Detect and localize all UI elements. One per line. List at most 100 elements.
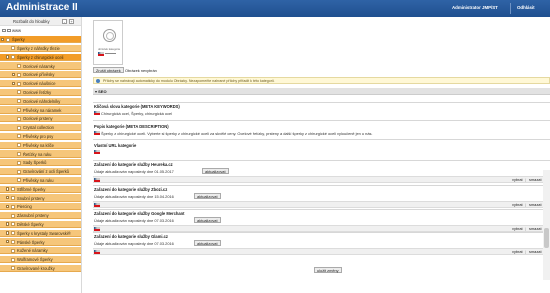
root-checkbox[interactable] — [7, 28, 11, 32]
sidebar-item[interactable]: Wolframové Šperky — [0, 256, 81, 264]
keywords-value[interactable]: Chirurgická ocel, Šperky, chirurgická oc… — [101, 111, 172, 116]
sidebar-item-label: Sady Šperků — [23, 160, 47, 166]
tree-checkbox[interactable] — [11, 46, 15, 51]
tree-checkbox[interactable] — [17, 169, 21, 174]
tree-toggle-icon[interactable] — [6, 195, 10, 200]
scrollbar-thumb[interactable] — [544, 228, 549, 248]
sidebar-item[interactable]: Pánské Šperky — [0, 238, 81, 246]
sidebar-item[interactable]: Gravírované kroužky — [0, 264, 81, 273]
save-button[interactable]: uložit změny — [314, 267, 342, 273]
tree-checkbox[interactable] — [17, 107, 21, 112]
tree-checkbox[interactable] — [17, 178, 21, 183]
sidebar-item[interactable]: Přívěsky na ruku — [0, 176, 81, 185]
category-image-preview[interactable]: obrázek kategorie — [93, 20, 123, 65]
tree-toggle-icon[interactable] — [6, 55, 10, 59]
tree-checkbox[interactable] — [11, 204, 15, 209]
tree-checkbox[interactable] — [11, 266, 15, 271]
sidebar-item[interactable]: Kožené náramky — [0, 247, 81, 255]
sidebar-item[interactable]: Zásnubní prsteny — [0, 212, 81, 220]
sidebar-item[interactable]: Dětské Šperky — [0, 220, 81, 229]
clear-category-link[interactable]: smazat — [529, 226, 542, 231]
tree-toggle-icon[interactable] — [6, 231, 10, 235]
tree-checkbox[interactable] — [11, 213, 15, 218]
update-feed-button[interactable]: aktualizovat — [194, 217, 221, 223]
collapse-button[interactable]: - — [62, 18, 67, 24]
delete-image-button[interactable]: Zrušit obrázek — [93, 67, 124, 73]
tree-toggle-icon[interactable] — [6, 204, 10, 209]
feed-label: Zařazení do kategorie služby Glami.cz — [94, 234, 168, 239]
sidebar-item[interactable]: Ocelové prsteny — [0, 115, 81, 123]
tree-toggle-icon[interactable] — [12, 72, 16, 77]
tree-checkbox[interactable] — [17, 63, 21, 68]
seo-section-header[interactable]: ▾ SEO — [93, 88, 550, 95]
tree-checkbox[interactable] — [17, 134, 21, 139]
tree-checkbox[interactable] — [17, 160, 21, 165]
sidebar-item[interactable]: Crystal collection — [0, 124, 81, 132]
tree-checkbox[interactable] — [6, 37, 10, 42]
sidebar-item[interactable]: Přívěsky na klíče — [0, 141, 81, 149]
tree-checkbox[interactable] — [17, 99, 21, 104]
expand-button[interactable]: + — [69, 18, 74, 24]
select-category-link[interactable]: vybrat — [512, 249, 523, 254]
tree-checkbox[interactable] — [17, 125, 21, 130]
sidebar-item[interactable]: Šperky z náhrdky třezie — [0, 44, 81, 53]
tree-checkbox[interactable] — [17, 90, 21, 95]
select-category-link[interactable]: vybrat — [512, 226, 523, 231]
sidebar-item[interactable]: Stříbrné Šperky — [0, 185, 81, 193]
tree-checkbox[interactable] — [11, 239, 15, 244]
logout-link[interactable]: Odhlásit — [517, 5, 535, 10]
tree-checkbox[interactable] — [11, 248, 15, 253]
feed-category-row[interactable] — [93, 225, 550, 232]
clear-category-link[interactable]: smazat — [529, 177, 542, 182]
select-category-link[interactable]: vybrat — [512, 202, 523, 207]
sidebar-item[interactable]: Sady Šperků — [0, 159, 81, 167]
sidebar-item[interactable]: Ocelové řetízky — [0, 88, 81, 97]
tree-toggle-icon[interactable] — [1, 37, 5, 41]
sidebar-item[interactable]: Šperky — [0, 36, 81, 44]
sidebar-item[interactable]: Ocelové přívěsky — [0, 71, 81, 79]
user-label[interactable]: Administrator JMP/ST — [452, 5, 498, 10]
tree-checkbox[interactable] — [17, 116, 21, 121]
tree-checkbox[interactable] — [11, 222, 15, 227]
scrollbar[interactable] — [543, 170, 550, 280]
update-feed-button[interactable]: aktualizovat — [202, 168, 229, 174]
sidebar-item[interactable]: Ocelové náramky — [0, 62, 81, 70]
sidebar-item[interactable]: Snubní prsteny — [0, 194, 81, 202]
sidebar-item[interactable]: Řetízky na ruku — [0, 150, 81, 158]
tree-checkbox[interactable] — [17, 81, 21, 86]
sidebar-item[interactable]: Ocelové náhrdelníky — [0, 97, 81, 105]
tree-toggle-icon[interactable] — [12, 81, 16, 85]
tree-checkbox[interactable] — [17, 151, 21, 156]
tree-toggle-icon[interactable] — [6, 187, 10, 191]
divider — [93, 232, 550, 233]
description-value[interactable]: Šperky z chirurgické oceli. Vyberte si š… — [101, 131, 373, 136]
feed-category-row[interactable] — [93, 248, 550, 255]
tree-checkbox[interactable] — [11, 55, 15, 60]
sidebar-item[interactable]: Přívěsky pro psy — [0, 132, 81, 141]
feed-category-row[interactable] — [93, 201, 550, 208]
root-toggle-icon[interactable] — [2, 28, 6, 32]
tree-checkbox[interactable] — [11, 231, 15, 236]
tree-checkbox[interactable] — [11, 195, 15, 200]
tree-checkbox[interactable] — [11, 187, 15, 192]
tree-checkbox[interactable] — [17, 143, 21, 148]
sidebar-item[interactable]: Ocelové náušnice — [0, 80, 81, 88]
update-feed-button[interactable]: aktualizovat — [194, 193, 221, 199]
tree-checkbox[interactable] — [11, 257, 15, 262]
tree-checkbox[interactable] — [17, 72, 21, 77]
tree-toggle-icon[interactable] — [6, 239, 10, 244]
sidebar-item[interactable]: Piercing — [0, 203, 81, 211]
feed-update-info: Údaje aktualizován naposledy dne 15.04.2… — [94, 194, 174, 199]
tree-toggle-icon[interactable] — [6, 222, 10, 226]
expand-depth-label[interactable]: Rozbalit do hloubky — [13, 19, 50, 24]
sidebar-item[interactable]: Šperky s krystaly Swarovski® — [0, 229, 81, 237]
sidebar-item[interactable]: Šperky z chirurgické oceli — [0, 53, 81, 61]
tree-root[interactable]: www — [0, 27, 81, 34]
clear-category-link[interactable]: smazat — [529, 202, 542, 207]
feed-category-row[interactable] — [93, 176, 550, 183]
sidebar-item[interactable]: Přívěsky na náramek — [0, 106, 81, 114]
update-feed-button[interactable]: aktualizovat — [194, 240, 221, 246]
select-category-link[interactable]: vybrat — [512, 177, 523, 182]
sidebar-item[interactable]: Gravírování z ocli Šperků — [0, 168, 81, 176]
clear-category-link[interactable]: smazat — [529, 249, 542, 254]
